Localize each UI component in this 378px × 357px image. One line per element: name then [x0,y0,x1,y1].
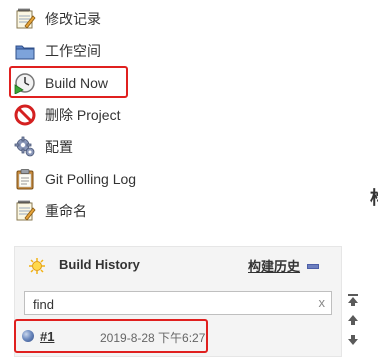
scroll-top-icon[interactable] [345,292,361,308]
notepad-icon [14,199,36,222]
scroll-down-icon[interactable] [345,332,361,348]
build-history-header: Build History 构建历史 [15,247,341,283]
clear-search-icon[interactable]: x [319,295,326,310]
build-search-input[interactable] [31,293,305,315]
build-row-highlight [14,319,208,353]
sidebar-item-label: 配置 [45,139,73,155]
folder-icon [14,40,36,62]
sidebar-item-git-polling-log[interactable]: Git Polling Log [14,164,214,194]
sidebar-item-label: 工作空间 [45,43,101,59]
sidebar-item-label: 重命名 [45,203,87,219]
scroll-up-icon[interactable] [345,312,361,328]
build-history-trend-link[interactable]: 构建历史 [248,256,300,275]
sidebar-item-configure[interactable]: 配置 [14,132,214,162]
sidebar-item-label: 修改记录 [45,11,101,27]
sidebar-item-delete-project[interactable]: 删除 Project [14,100,214,130]
partial-heading-text: 构 [370,184,378,210]
no-entry-icon [14,104,36,126]
notepad-icon [14,7,36,30]
build-search-box: x [24,291,332,315]
sidebar-item-changes[interactable]: 修改记录 [14,4,214,34]
weather-sun-icon [28,257,46,280]
sidebar-item-rename[interactable]: 重命名 [14,196,214,226]
build-history-title: Build History [59,257,140,272]
build-now-highlight [9,66,128,98]
clipboard-icon [14,168,36,190]
sidebar-item-label: Git Polling Log [45,171,137,187]
sidebar-item-label: 删除 Project [45,107,121,123]
collapse-icon[interactable] [307,264,319,269]
sidebar-item-workspace[interactable]: 工作空间 [14,36,214,66]
build-history-scroll-controls [345,290,361,350]
gear-icon [14,136,36,158]
